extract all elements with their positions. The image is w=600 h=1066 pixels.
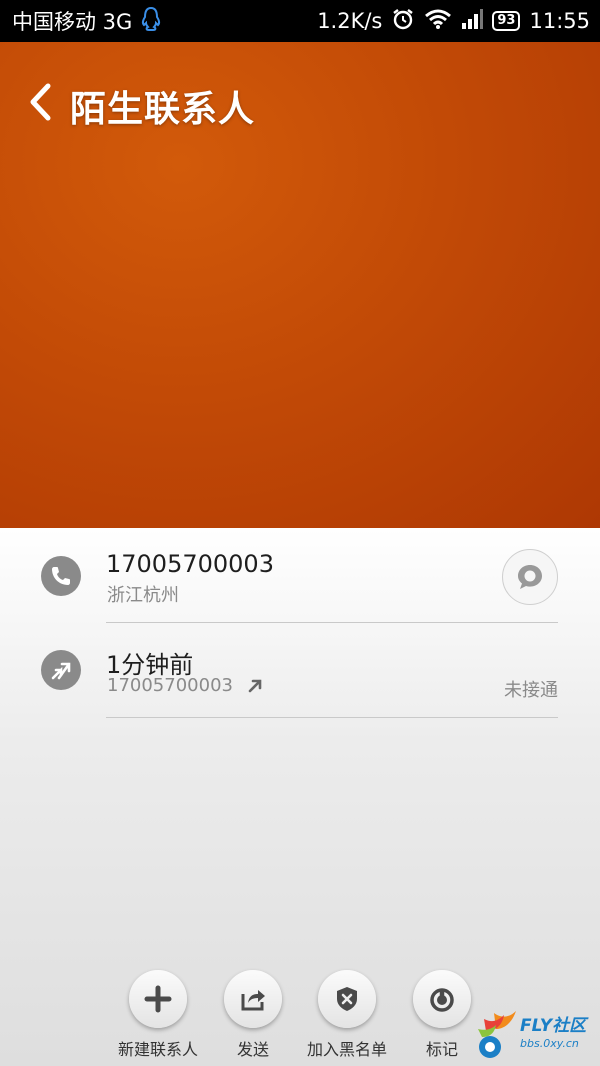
- call-details: 17005700003: [107, 675, 263, 696]
- alarm-icon: [391, 7, 415, 36]
- missed-call-icon: [41, 650, 81, 690]
- location-label: 浙江杭州: [107, 581, 179, 607]
- chevron-left-icon: [30, 83, 51, 121]
- call-number: 17005700003: [107, 675, 233, 696]
- phone-number: 17005700003: [106, 550, 274, 578]
- status-bar: 中国移动 3G 1.2K/s 93 11:55: [0, 0, 600, 42]
- phone-number-row[interactable]: 17005700003 浙江杭州: [0, 528, 600, 623]
- fly-logo-icon: [478, 1011, 516, 1058]
- mark-label: 标记: [425, 1040, 458, 1059]
- clock: 11:55: [529, 9, 590, 33]
- wifi-icon: [424, 8, 452, 35]
- contact-header: 陌生联系人: [0, 42, 600, 528]
- shield-x-icon: [318, 970, 376, 1028]
- location-text: 浙江杭州: [107, 585, 179, 606]
- signal-icon: [461, 8, 484, 35]
- outgoing-arrow-icon: [248, 679, 262, 692]
- call-status: 未接通: [504, 680, 558, 701]
- message-bubble-icon: [518, 565, 542, 589]
- network-speed: 1.2K/s: [317, 9, 383, 33]
- watermark: FLY社区 bbs.0xy.cn: [474, 1005, 596, 1061]
- plus-icon: [129, 970, 187, 1028]
- call-log-row[interactable]: 1分钟前 17005700003 未接通: [0, 623, 600, 718]
- watermark-url: bbs.0xy.cn: [520, 1037, 579, 1050]
- carrier-label: 中国移动 3G: [12, 10, 133, 34]
- back-button[interactable]: [20, 78, 60, 126]
- mark-icon: [413, 970, 471, 1028]
- share-icon: [224, 970, 282, 1028]
- qq-icon: [140, 6, 162, 37]
- battery-indicator: 93: [492, 11, 521, 31]
- divider: [106, 717, 558, 718]
- page-title: 陌生联系人: [70, 89, 256, 130]
- phone-icon: [41, 556, 81, 596]
- blacklist-label: 加入黑名单: [306, 1040, 387, 1059]
- send-message-button[interactable]: [502, 549, 558, 605]
- new-contact-label: 新建联系人: [117, 1040, 198, 1059]
- watermark-brand: FLY社区: [520, 1016, 587, 1036]
- send-label: 发送: [236, 1040, 269, 1059]
